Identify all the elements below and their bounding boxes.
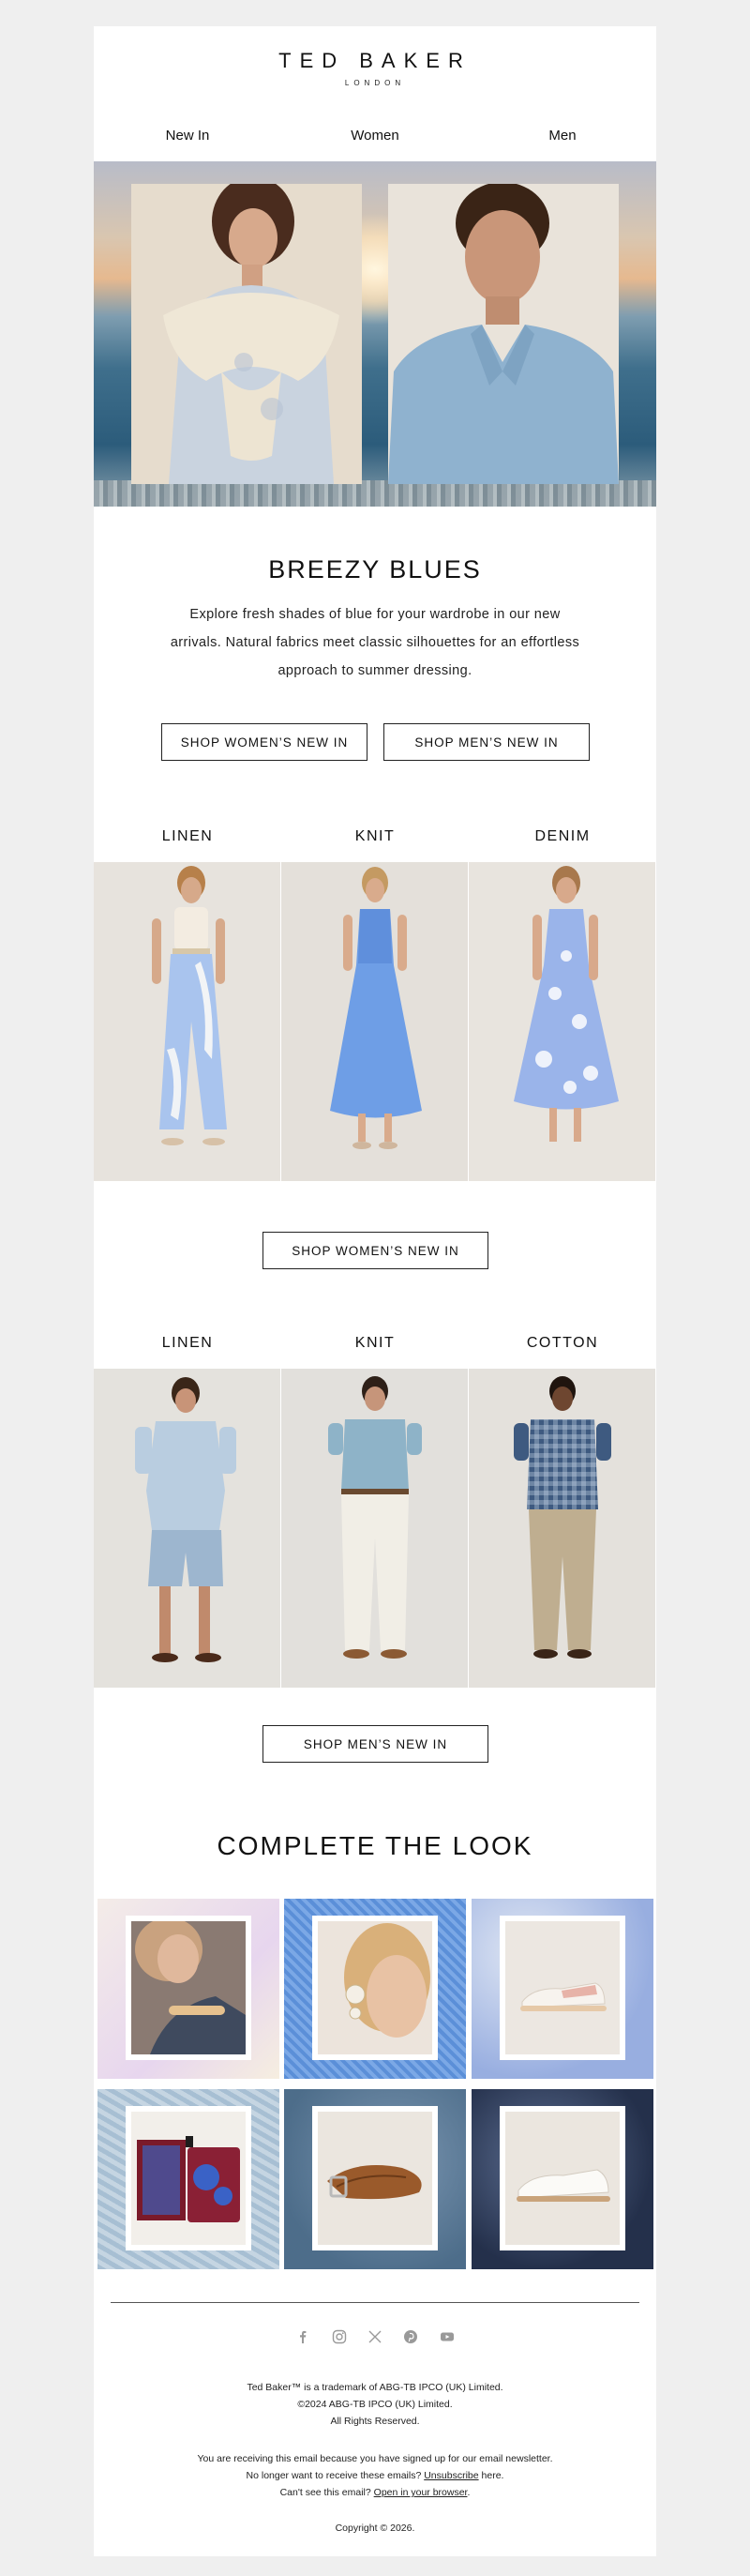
look-sneaker-pink[interactable] [472, 1899, 653, 2079]
brand-logo[interactable]: TED BAKER LONDON [94, 49, 656, 87]
men-knit-image [281, 1369, 468, 1688]
unsubscribe-link[interactable]: Unsubscribe [424, 2470, 478, 2481]
look-earring[interactable] [284, 1899, 466, 2079]
hero-title: BREEZY BLUES [268, 555, 482, 583]
social-links [94, 2328, 656, 2347]
shop-mens-button-2[interactable]: SHOP MEN’S NEW IN [262, 1725, 488, 1763]
browser-suffix: . [467, 2487, 471, 2498]
women-cat-linen-label[interactable]: LINEN [94, 828, 281, 845]
email-body: TED BAKER LONDON New In Women Men BREEZY… [94, 26, 656, 2556]
women-denim-product[interactable] [469, 862, 655, 1181]
fragrance-image [131, 2112, 246, 2245]
nav-women[interactable]: Women [281, 128, 469, 144]
nav-men[interactable]: Men [469, 128, 656, 144]
women-linen-image [94, 862, 280, 1181]
look-frame [312, 1916, 438, 2060]
open-in-browser-link[interactable]: Open in your browser [374, 2487, 468, 2498]
youtube-icon[interactable] [439, 2328, 456, 2345]
look-frame [126, 1916, 251, 2060]
men-knit-product[interactable] [281, 1369, 468, 1688]
women-denim-image [469, 862, 655, 1181]
men-cotton-product[interactable] [469, 1369, 655, 1688]
men-linen-image [94, 1369, 280, 1688]
shop-womens-button-2[interactable]: SHOP WOMEN’S NEW IN [262, 1232, 488, 1269]
man-model-image [388, 184, 619, 484]
x-icon[interactable] [367, 2328, 383, 2345]
look-fragrance[interactable] [98, 2089, 279, 2269]
top-nav: New In Women Men [94, 128, 656, 150]
look-frame [500, 2106, 625, 2250]
shop-mens-button[interactable]: SHOP MEN’S NEW IN [383, 723, 590, 761]
copyright-company-text: ©2024 ABG-TB IPCO (UK) Limited. [297, 2399, 453, 2410]
hero-men-photo [388, 184, 619, 484]
legal-block: Ted Baker™ is a trademark of ABG-TB IPCO… [94, 2379, 656, 2430]
women-knit-image [281, 862, 468, 1181]
men-cat-knit-label[interactable]: KNIT [281, 1335, 469, 1352]
earring-image [318, 1921, 432, 2054]
footer-divider [111, 2302, 639, 2303]
look-title: COMPLETE THE LOOK [217, 1831, 533, 1860]
look-frame [312, 2106, 438, 2250]
look-sneaker-white[interactable] [472, 2089, 653, 2269]
nav-new-in[interactable]: New In [94, 128, 281, 144]
woman-model-image [131, 184, 362, 484]
women-cat-denim-label[interactable]: DENIM [469, 828, 656, 845]
women-knit-product[interactable] [281, 862, 468, 1181]
look-bracelet[interactable] [98, 1899, 279, 2079]
hero-women-photo [131, 184, 362, 484]
sneaker-white-image [505, 2112, 620, 2245]
hero-intro: Explore fresh shades of blue for your wa… [170, 607, 580, 678]
browser-prefix: Can't see this email? [279, 2487, 371, 2498]
trademark-text: Ted Baker™ is a trademark of ABG-TB IPCO… [247, 2382, 503, 2393]
look-frame [126, 2106, 251, 2250]
facebook-icon[interactable] [294, 2328, 311, 2345]
browser-line: Can't see this email? Open in your brows… [94, 2484, 656, 2501]
brand-sub: LONDON [344, 79, 406, 87]
hero-banner[interactable] [94, 161, 656, 507]
bracelet-image [131, 1917, 246, 2054]
pinterest-icon[interactable] [402, 2328, 419, 2345]
belt-image [318, 2112, 432, 2245]
brand-name: TED BAKER [278, 49, 472, 72]
reason-text: You are receiving this email because you… [197, 2453, 553, 2464]
instagram-icon[interactable] [331, 2328, 348, 2345]
unsubscribe-line: No longer want to receive these emails? … [94, 2467, 656, 2484]
shop-womens-button[interactable]: SHOP WOMEN’S NEW IN [161, 723, 368, 761]
look-frame [500, 1916, 625, 2060]
women-cat-knit-label[interactable]: KNIT [281, 828, 469, 845]
hero-shoreline [94, 480, 656, 507]
look-belt[interactable] [284, 2089, 466, 2269]
women-linen-product[interactable] [94, 862, 280, 1181]
men-cotton-image [469, 1369, 655, 1688]
rights-text: All Rights Reserved. [330, 2416, 420, 2427]
unsubscribe-suffix: here. [481, 2470, 504, 2481]
subscription-block: You are receiving this email because you… [94, 2450, 656, 2501]
copyright-year-text: Copyright © 2026. [335, 2523, 415, 2534]
men-linen-product[interactable] [94, 1369, 280, 1688]
unsubscribe-prefix: No longer want to receive these emails? [246, 2470, 422, 2481]
sneaker-pink-image [505, 1921, 620, 2054]
men-cat-cotton-label[interactable]: COTTON [469, 1335, 656, 1352]
men-cat-linen-label[interactable]: LINEN [94, 1335, 281, 1352]
